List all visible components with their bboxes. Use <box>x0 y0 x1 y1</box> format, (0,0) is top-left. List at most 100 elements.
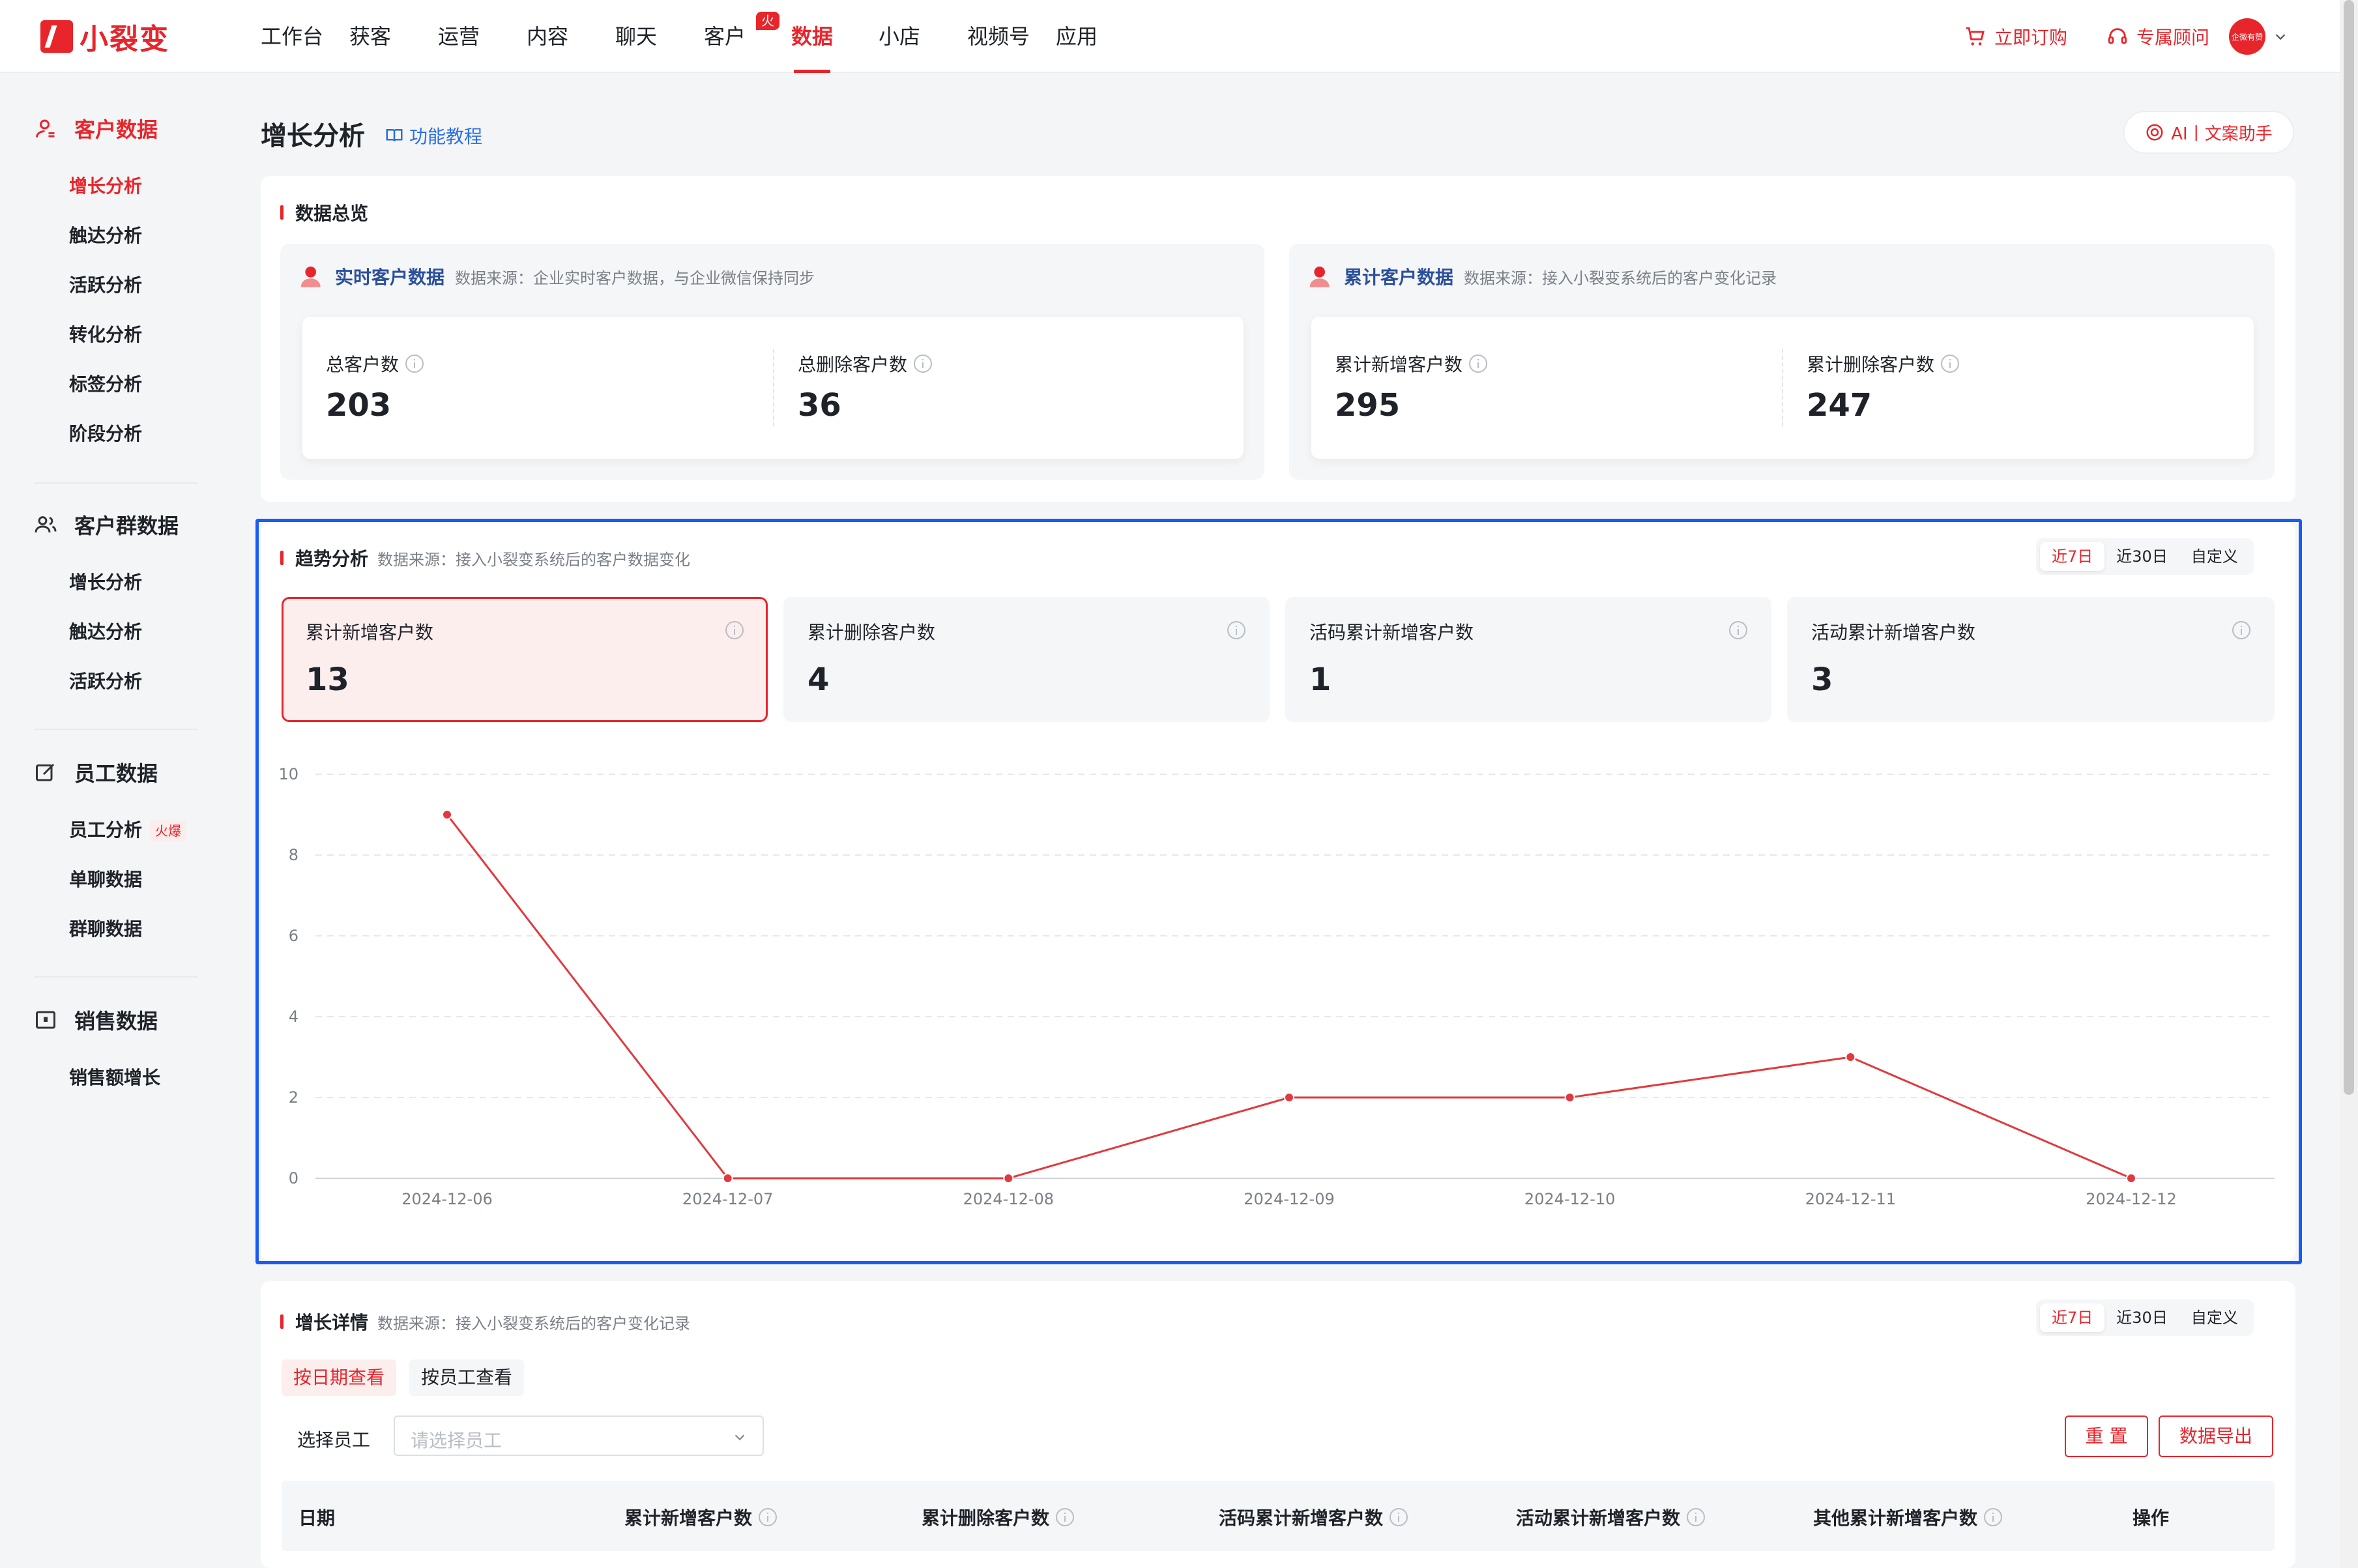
section-marker <box>280 1314 284 1329</box>
details-panel: 增长详情 数据来源：接入小裂变系统后的客户变化记录 近7日 近30日 自定义 按… <box>261 1281 2295 1568</box>
nav-item-shop[interactable]: 小店 <box>879 0 920 73</box>
details-source: 数据来源：接入小裂变系统后的客户变化记录 <box>377 1314 691 1333</box>
scrollbar-thumb[interactable] <box>2344 0 2354 1095</box>
x-tick-label: 2024-12-10 <box>1524 1190 1615 1208</box>
metric-label: 总删除客户数 <box>798 351 933 377</box>
info-icon[interactable] <box>405 355 424 373</box>
page-title: 增长分析 <box>261 121 365 151</box>
metric-label-text: 累计删除客户数 <box>1807 354 1935 375</box>
column-header-actions: 操作 <box>2132 1507 2170 1529</box>
column-header-text: 其他累计新增客户数 <box>1813 1507 1978 1529</box>
sidebar-divider <box>34 976 198 978</box>
data-point <box>722 1173 733 1183</box>
avatar[interactable]: 企微有赞 <box>2229 18 2265 55</box>
x-tick-label: 2024-12-07 <box>682 1190 773 1208</box>
info-icon[interactable] <box>759 1508 778 1526</box>
sidebar-group-title: 销售数据 <box>74 1009 158 1034</box>
tab-by-date[interactable]: 按日期查看 <box>282 1359 397 1396</box>
headset-icon <box>2108 28 2127 44</box>
y-tick-label: 2 <box>289 1088 298 1107</box>
sidebar-item-sales-growth[interactable]: 销售额增长 <box>69 1065 160 1091</box>
order-link[interactable]: 立即订购 <box>1964 23 2067 50</box>
info-icon[interactable] <box>1687 1508 1706 1526</box>
sidebar-item-label: 员工分析 <box>69 819 143 841</box>
x-tick-label: 2024-12-06 <box>401 1190 492 1208</box>
sidebar-item-stage[interactable]: 阶段分析 <box>69 421 142 447</box>
range-tab-custom[interactable]: 自定义 <box>2179 1303 2250 1332</box>
info-icon[interactable] <box>1469 355 1488 373</box>
consultant-link[interactable]: 专属顾问 <box>2106 23 2209 50</box>
sidebar-item-group-chat[interactable]: 群聊数据 <box>69 916 142 942</box>
sidebar-item-conversion[interactable]: 转化分析 <box>69 322 142 348</box>
x-tick-label: 2024-12-12 <box>2086 1190 2176 1208</box>
nav-item-workbench[interactable]: 工作台 <box>261 0 323 73</box>
user-icon <box>36 119 55 138</box>
cart-icon <box>1966 27 1985 46</box>
section-marker <box>280 205 284 220</box>
realtime-title-text: 实时客户数据 <box>335 267 445 288</box>
realtime-metrics: 总客户数 203 总删除客户数 36 <box>302 317 1244 459</box>
sidebar-group-sales-data[interactable]: 销售数据 <box>34 1004 158 1036</box>
sidebar-item-staff-analysis[interactable]: 员工分析 火爆 <box>69 817 187 843</box>
sidebar-item-group-active[interactable]: 活跃分析 <box>69 669 142 695</box>
sidebar-item-growth[interactable]: 增长分析 <box>69 173 142 199</box>
reset-button[interactable]: 重 置 <box>2065 1416 2148 1457</box>
staff-filter-label: 选择员工 <box>297 1429 371 1451</box>
nav-item-chat[interactable]: 聊天 <box>615 0 657 73</box>
data-point <box>1564 1092 1575 1103</box>
page-scrollbar[interactable] <box>2340 0 2358 1568</box>
ai-assistant-button[interactable]: AI丨文案助手 <box>2123 111 2294 154</box>
range-tab-30d[interactable]: 近30日 <box>2104 1303 2179 1332</box>
column-header-text: 累计删除客户数 <box>922 1507 1050 1529</box>
table-header: 日期 累计新增客户数 累计删除客户数 活码累计新增客户数 活动累计新增客户数 其… <box>282 1481 2275 1551</box>
metric-value: 203 <box>326 387 392 424</box>
cumulative-metrics: 累计新增客户数 295 累计删除客户数 247 <box>1311 317 2254 459</box>
divider <box>773 349 774 426</box>
top-actions: 立即订购 专属顾问 企微有赞 <box>1925 0 2288 73</box>
sidebar-item-group-growth[interactable]: 增长分析 <box>69 570 142 596</box>
realtime-customer-card: 实时客户数据 数据来源：企业实时客户数据，与企业微信保持同步 总客户数 203 … <box>280 244 1264 480</box>
users-icon <box>35 516 57 533</box>
info-icon[interactable] <box>1941 355 1960 373</box>
sidebar-group-group-data[interactable]: 客户群数据 <box>34 508 179 541</box>
column-header-campaign-added: 活动累计新增客户数 <box>1516 1504 1706 1530</box>
sidebar-group-staff-data[interactable]: 员工数据 <box>34 756 158 789</box>
info-icon[interactable] <box>1984 1508 2003 1526</box>
sidebar-item-active[interactable]: 活跃分析 <box>69 272 142 298</box>
info-icon[interactable] <box>1390 1508 1408 1526</box>
y-tick-label: 6 <box>289 927 298 945</box>
column-header-text: 活码累计新增客户数 <box>1219 1507 1384 1529</box>
nav-item-operate[interactable]: 运营 <box>438 0 480 73</box>
metric-label: 累计新增客户数 <box>1335 351 1488 377</box>
staff-select[interactable]: 请选择员工 <box>394 1416 764 1456</box>
sales-icon <box>36 1011 55 1029</box>
nav-item-apps[interactable]: 应用 <box>1056 0 1098 73</box>
range-tab-7d[interactable]: 近7日 <box>2040 1303 2105 1332</box>
top-bar: 小裂变 工作台 获客 运营 内容 聊天 客户 火爆 数据 小店 视频号 应用 立… <box>0 0 2340 73</box>
sidebar-item-tags[interactable]: 标签分析 <box>69 371 142 398</box>
nav-item-data[interactable]: 数据 <box>791 0 833 73</box>
sidebar-group-title: 客户群数据 <box>74 514 179 538</box>
nav-item-content[interactable]: 内容 <box>527 0 568 73</box>
cumulative-title-text: 累计客户数据 <box>1344 267 1454 288</box>
sidebar-group-customer-data[interactable]: 客户数据 <box>34 112 158 145</box>
y-tick-label: 10 <box>278 765 298 783</box>
export-button[interactable]: 数据导出 <box>2159 1416 2273 1457</box>
sidebar-item-group-reach[interactable]: 触达分析 <box>69 619 142 645</box>
info-icon[interactable] <box>914 355 933 373</box>
details-range-tabs: 近7日 近30日 自定义 <box>2036 1299 2254 1336</box>
sidebar-item-reach[interactable]: 触达分析 <box>69 223 142 249</box>
tutorial-link[interactable]: 功能教程 <box>385 123 482 149</box>
nav-item-acquire[interactable]: 获客 <box>349 0 391 73</box>
series-line <box>446 814 2132 1180</box>
nav-item-channels[interactable]: 视频号 <box>967 0 1030 73</box>
sidebar-item-single-chat[interactable]: 单聊数据 <box>69 867 142 893</box>
hot-badge: 火爆 <box>756 12 779 47</box>
info-icon[interactable] <box>1056 1508 1075 1526</box>
nav-item-customer[interactable]: 客户 火爆 <box>704 0 779 73</box>
chevron-down-icon[interactable] <box>2273 29 2288 44</box>
metric-label-text: 累计新增客户数 <box>1335 354 1463 375</box>
sidebar-group-title: 员工数据 <box>74 761 158 786</box>
brand-logo[interactable]: 小裂变 <box>40 18 169 56</box>
tab-by-staff[interactable]: 按员工查看 <box>409 1359 525 1396</box>
